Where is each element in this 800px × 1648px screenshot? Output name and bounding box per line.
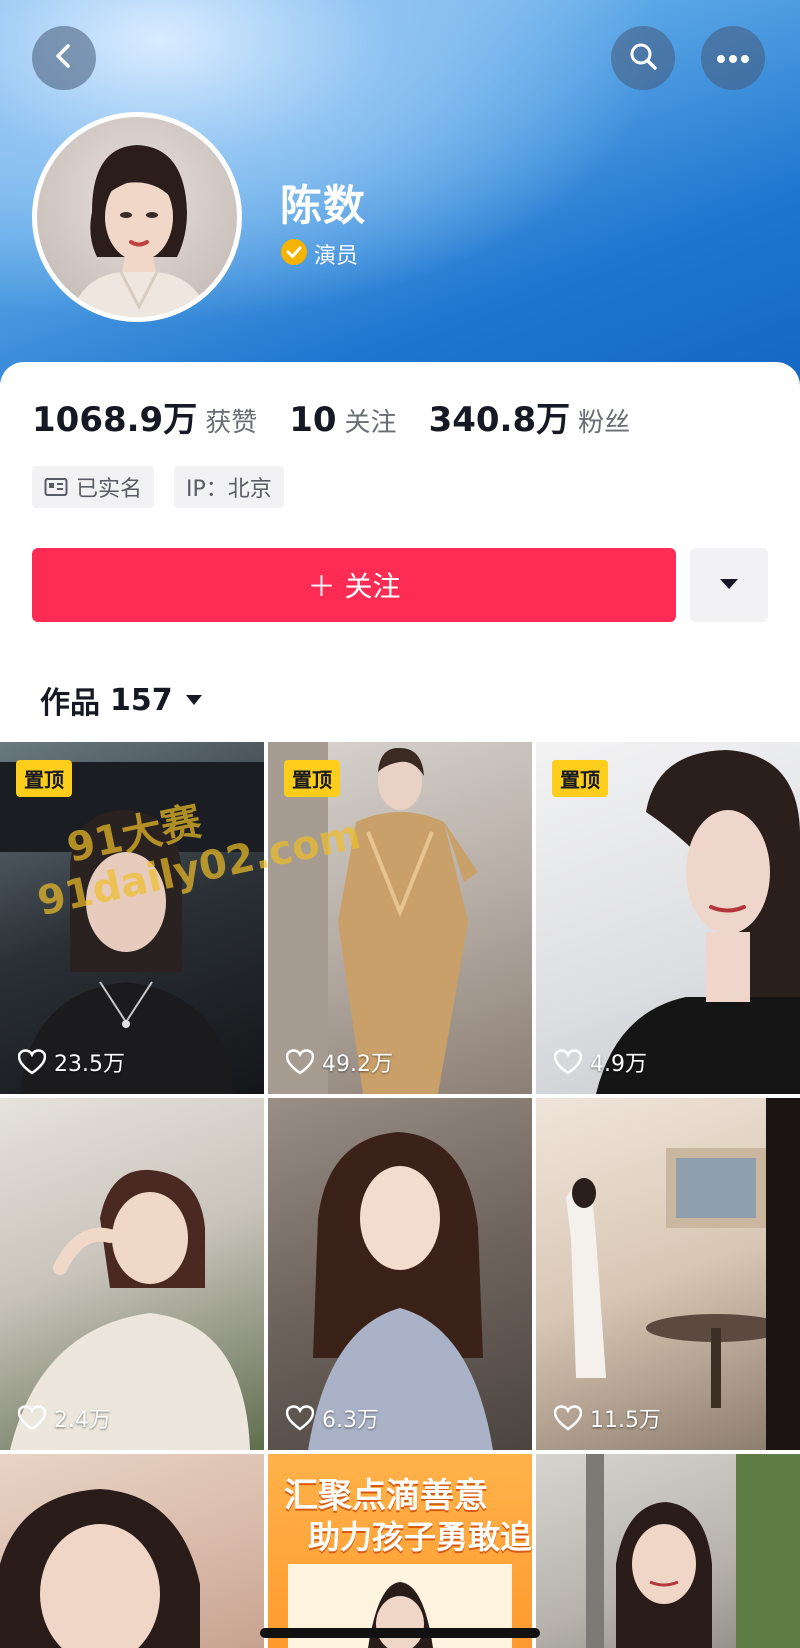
follow-button-label: ＋ 关注 <box>307 570 401 603</box>
heart-icon <box>286 1405 314 1431</box>
video-likes: 49.2万 <box>286 1046 393 1078</box>
pinned-badge: 置顶 <box>16 760 72 797</box>
id-card-icon <box>44 477 68 497</box>
chevron-left-icon <box>50 42 78 74</box>
followers-count[interactable]: 340.8万 <box>429 392 571 441</box>
pinned-badge: 置顶 <box>552 760 608 797</box>
video-likes: 6.3万 <box>286 1402 379 1434</box>
verify-label: 演员 <box>314 244 359 269</box>
heart-icon <box>286 1049 314 1075</box>
video-likes: 11.5万 <box>554 1402 661 1434</box>
video-5-image <box>308 1132 493 1450</box>
real-name-tag: 已实名 <box>32 466 155 508</box>
search-button[interactable] <box>611 26 675 90</box>
video-thumbnail[interactable]: 2.4万 <box>0 1098 264 1450</box>
more-button[interactable] <box>701 26 765 90</box>
video-likes-count: 2.4万 <box>54 1408 111 1433</box>
profile-name: 陈数 <box>280 181 367 230</box>
works-count: 157 <box>110 682 173 718</box>
caret-down-icon <box>185 694 203 706</box>
real-name-label: 已实名 <box>76 477 143 502</box>
heart-icon <box>18 1405 46 1431</box>
video-likes-count: 23.5万 <box>54 1052 125 1077</box>
video-thumbnail[interactable]: 11.5万 <box>536 1098 800 1450</box>
heart-icon <box>554 1405 582 1431</box>
works-label: 作品 <box>40 686 100 721</box>
video-likes: 2.4万 <box>18 1402 111 1434</box>
caret-down-icon <box>718 576 740 595</box>
ip-location-tag: IP：北京 <box>174 466 284 508</box>
video-thumbnail[interactable]: 置顶 4.9万 <box>536 742 800 1094</box>
video-likes: 23.5万 <box>18 1046 125 1078</box>
video-likes-count: 49.2万 <box>322 1052 393 1077</box>
followers-label: 粉丝 <box>578 408 631 438</box>
more-dots-icon <box>716 49 750 68</box>
video-6-image <box>566 1098 800 1450</box>
video-thumbnail[interactable] <box>0 1454 264 1648</box>
following-label: 关注 <box>344 408 397 438</box>
video-likes-count: 11.5万 <box>590 1408 661 1433</box>
video-4-image <box>10 1169 250 1450</box>
video-8-image <box>288 1564 512 1648</box>
video-likes-count: 4.9万 <box>590 1052 647 1077</box>
avatar[interactable] <box>32 112 242 322</box>
recommend-dropdown-button[interactable] <box>690 548 768 622</box>
heart-icon <box>18 1049 46 1075</box>
works-tab[interactable]: 作品 157 <box>40 678 203 722</box>
avatar-portrait-image <box>69 145 210 317</box>
video-likes: 4.9万 <box>554 1046 647 1078</box>
likes-label: 获赞 <box>205 408 258 438</box>
video-9-image <box>586 1454 800 1648</box>
home-indicator <box>260 1628 540 1638</box>
back-button[interactable] <box>32 26 96 90</box>
profile-stats: 1068.9万 获赞 10 关注 340.8万 粉丝 <box>32 392 662 441</box>
video-thumbnail[interactable]: 6.3万 <box>268 1098 532 1450</box>
follow-button[interactable]: ＋ 关注 <box>32 548 676 622</box>
ip-location-label: IP：北京 <box>186 477 272 502</box>
verified-check-icon <box>280 238 308 270</box>
likes-count[interactable]: 1068.9万 <box>32 392 197 441</box>
heart-icon <box>554 1049 582 1075</box>
video-thumbnail[interactable]: 汇聚点滴善意 助力孩子勇敢追梦 <box>268 1454 532 1648</box>
verify-badge: 演员 <box>280 238 358 270</box>
search-icon <box>627 40 659 76</box>
video-likes-count: 6.3万 <box>322 1408 379 1433</box>
video-7-image <box>0 1489 200 1648</box>
video-thumbnail[interactable] <box>536 1454 800 1648</box>
following-count[interactable]: 10 <box>289 400 336 440</box>
